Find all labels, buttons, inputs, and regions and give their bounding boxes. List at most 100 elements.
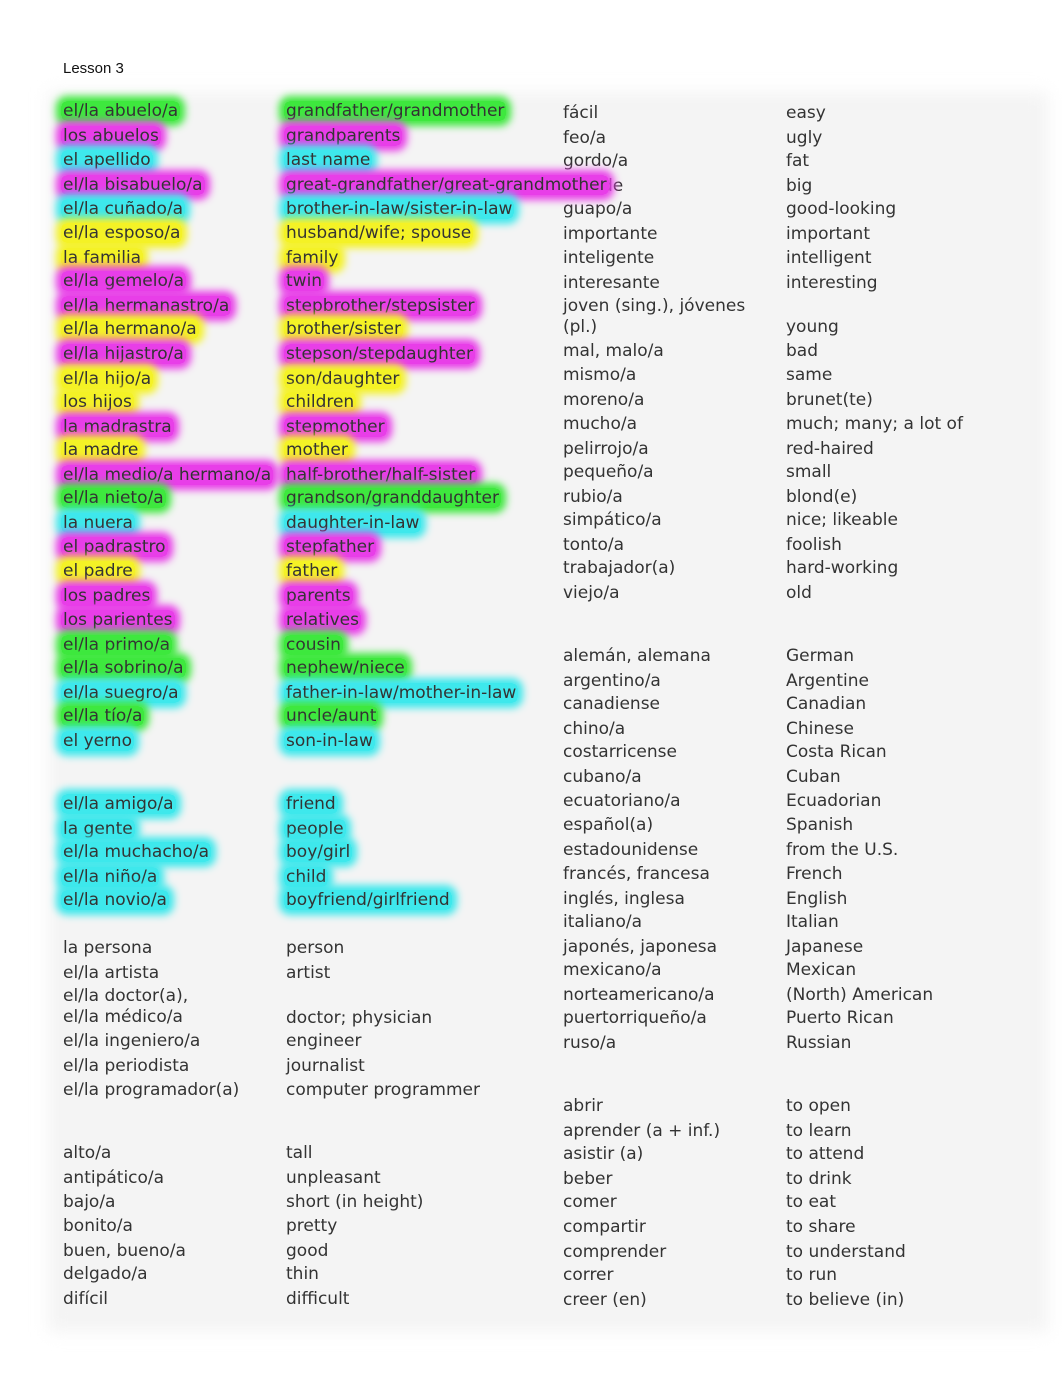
vocab-english: German: [786, 645, 856, 667]
vocab-english: young: [786, 316, 841, 338]
vocab-spanish-text: la persona: [63, 938, 153, 958]
vocab-spanish: gordo/a: [563, 150, 630, 172]
vocab-spanish: ecuatoriano/a: [563, 790, 683, 812]
vocab-spanish-text: comer: [563, 1192, 617, 1212]
vocab-english-text: fat: [786, 151, 810, 171]
vocab-english: grandson/granddaughter: [284, 487, 501, 509]
vocab-spanish: aprender (a + inf.): [563, 1120, 722, 1142]
vocab-spanish-text: la familia: [61, 248, 144, 268]
vocab-spanish: el/la hermano/a: [61, 318, 199, 340]
vocab-spanish: la persona: [63, 937, 154, 959]
vocab-english-text: family: [284, 248, 341, 268]
vocab-english-text: Spanish: [786, 815, 854, 835]
vocab-english: artist: [286, 962, 332, 984]
vocab-english-text: thin: [286, 1264, 319, 1284]
vocab-english-text: friend: [284, 794, 338, 814]
vocab-spanish-text: aprender (a + inf.): [563, 1121, 721, 1141]
vocab-spanish-text: el/la programador(a): [63, 1080, 240, 1100]
vocab-english-text: uncle/aunt: [284, 706, 379, 726]
vocab-english-text: young: [786, 317, 839, 337]
vocab-spanish-text: guapo/a: [563, 199, 633, 219]
vocab-spanish-text: el/la primo/a: [61, 635, 173, 655]
vocab-english-text: stepmother: [284, 417, 387, 437]
vocab-english-text: pretty: [286, 1216, 338, 1236]
vocab-spanish-text: inglés, inglesa: [563, 889, 685, 909]
vocab-english-text: blond(e): [786, 487, 858, 507]
vocab-spanish-text: el/la periodista: [63, 1056, 190, 1076]
vocab-english: grandparents: [284, 125, 403, 147]
vocab-english: brunet(te): [786, 389, 875, 411]
vocab-spanish: el/la abuelo/a: [61, 100, 181, 122]
vocab-english-text: journalist: [286, 1056, 365, 1076]
table-background: [48, 92, 1048, 1332]
vocab-spanish-text: ruso/a: [563, 1033, 617, 1053]
vocab-english-text: to open: [786, 1096, 851, 1116]
vocab-spanish: importante: [563, 223, 659, 245]
vocab-english-text: boyfriend/girlfriend: [284, 890, 452, 910]
vocab-english: to run: [786, 1264, 839, 1286]
vocab-spanish-text: cubano/a: [563, 767, 642, 787]
vocab-spanish: feo/a: [563, 127, 608, 149]
vocab-spanish: la madre: [61, 439, 141, 461]
vocab-english-text: easy: [786, 103, 826, 123]
vocab-spanish: beber: [563, 1168, 615, 1190]
vocab-english: half-brother/half-sister: [284, 464, 478, 486]
vocab-spanish-text: correr: [563, 1265, 614, 1285]
vocab-english-text: red-haired: [786, 439, 874, 459]
vocab-spanish-text: tonto/a: [563, 535, 625, 555]
vocab-spanish-text: argentino/a: [563, 671, 661, 691]
vocab-spanish: puertorriqueño/a: [563, 1007, 709, 1029]
vocab-english: journalist: [286, 1055, 367, 1077]
vocab-spanish: el/la doctor(a), el/la médico/a: [63, 986, 263, 1028]
vocab-spanish-text: el/la gemelo/a: [61, 271, 186, 291]
vocab-spanish: el/la amigo/a: [61, 793, 176, 815]
vocab-english: nice; likeable: [786, 509, 900, 531]
vocab-english: to understand: [786, 1241, 908, 1263]
vocab-english-text: boy/girl: [284, 842, 353, 862]
vocab-english-text: parents: [284, 586, 353, 606]
vocab-spanish-text: el/la medio/a hermano/a: [61, 465, 274, 485]
vocab-spanish: la nuera: [61, 512, 135, 534]
vocab-spanish-text: mal, malo/a: [563, 341, 664, 361]
vocab-spanish: el/la suegro/a: [61, 682, 181, 704]
vocab-spanish-text: mucho/a: [563, 414, 638, 434]
vocab-spanish: cubano/a: [563, 766, 644, 788]
vocab-spanish: abrir: [563, 1095, 605, 1117]
vocab-spanish: moreno/a: [563, 389, 646, 411]
vocab-english: brother/sister: [284, 318, 403, 340]
vocab-spanish: antipático/a: [63, 1167, 166, 1189]
vocab-spanish: los padres: [61, 585, 153, 607]
vocab-spanish-text: inteligente: [563, 248, 655, 268]
vocab-spanish-text: canadiense: [563, 694, 661, 714]
vocab-english-text: from the U.S.: [786, 840, 899, 860]
vocab-english: nephew/niece: [284, 657, 407, 679]
vocab-english: Italian: [786, 911, 841, 933]
vocab-english: good-looking: [786, 198, 898, 220]
vocab-spanish-text: el padre: [61, 561, 135, 581]
vocab-english: short (in height): [286, 1191, 425, 1213]
vocab-spanish: el/la hijo/a: [61, 368, 154, 390]
vocab-english-text: old: [786, 583, 812, 603]
vocab-spanish: los abuelos: [61, 125, 161, 147]
vocab-spanish-text: delgado/a: [63, 1264, 148, 1284]
vocab-spanish-text: el/la doctor(a), el/la médico/a: [63, 986, 189, 1027]
vocab-english: last name: [284, 149, 373, 171]
vocab-spanish: el/la esposo/a: [61, 222, 183, 244]
vocab-spanish-text: el/la suegro/a: [61, 683, 181, 703]
vocab-english-text: brunet(te): [786, 390, 873, 410]
vocab-english-text: Cuban: [786, 767, 841, 787]
vocab-english: small: [786, 461, 833, 483]
vocab-spanish: el/la hermanastro/a: [61, 295, 232, 317]
vocab-english-text: English: [786, 889, 848, 909]
vocab-english-text: stepfather: [284, 537, 377, 557]
vocab-english: (North) American: [786, 984, 935, 1006]
vocab-spanish: la familia: [61, 247, 144, 269]
vocab-spanish: comprender: [563, 1241, 668, 1263]
vocab-spanish-text: el/la hijastro/a: [61, 344, 186, 364]
vocab-english: boyfriend/girlfriend: [284, 889, 452, 911]
vocab-english: fat: [786, 150, 811, 172]
vocab-spanish: el/la primo/a: [61, 634, 173, 656]
vocab-english: Mexican: [786, 959, 858, 981]
vocab-spanish: estadounidense: [563, 839, 700, 861]
vocab-english: relatives: [284, 609, 361, 631]
